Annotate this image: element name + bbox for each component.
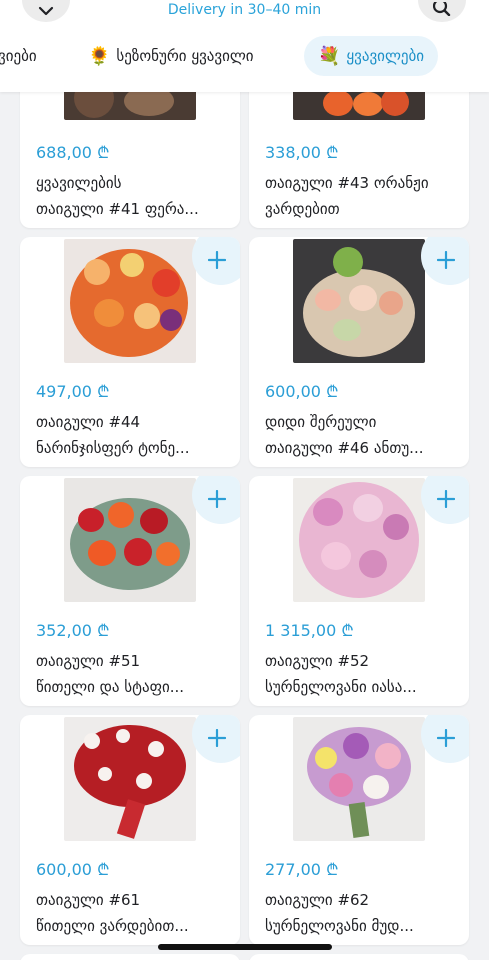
product-price: 497,00 ₾	[36, 382, 110, 401]
category-tab-flowers[interactable]: 💐 ყვავილები	[304, 36, 439, 76]
product-price: 600,00 ₾	[265, 382, 339, 401]
product-price: 277,00 ₾	[265, 860, 339, 879]
product-name: თაიგული #43 ორანჟი ვარდებით	[265, 174, 429, 218]
category-label: სეზონური ყვავილი	[116, 47, 254, 65]
product-price: 352,00 ₾	[36, 621, 110, 640]
category-label: ყვავილები	[346, 47, 425, 65]
product-image	[64, 478, 196, 602]
search-icon	[433, 2, 451, 16]
product-card[interactable]: 277,00 ₾ თაიგული #62 სურნელოვანი მუდ...	[249, 715, 469, 945]
product-image	[64, 239, 196, 363]
sunflower-icon: 🌻	[88, 45, 111, 67]
product-card[interactable]	[20, 954, 240, 960]
product-card[interactable]: 600,00 ₾ თაიგული #61 წითელი ვარდებით...	[20, 715, 240, 945]
product-price: 688,00 ₾	[36, 143, 110, 162]
product-image	[64, 717, 196, 841]
plus-icon	[437, 251, 455, 269]
product-name: დიდი შერეული თაიგული #46 ანთუ...	[265, 413, 424, 457]
product-image	[293, 478, 425, 602]
product-card[interactable]	[249, 954, 469, 960]
product-price: 1 315,00 ₾	[265, 621, 354, 640]
search-button[interactable]	[418, 0, 466, 22]
product-price: 338,00 ₾	[265, 143, 339, 162]
product-image	[293, 239, 425, 363]
product-card[interactable]: 352,00 ₾ თაიგული #51 წითელი და სტაფი...	[20, 476, 240, 706]
product-name: თაიგული #62 სურნელოვანი მუდ...	[265, 891, 414, 935]
category-label: ვიები	[0, 47, 37, 65]
category-tab[interactable]: ვიები	[0, 36, 51, 76]
delivery-time: Delivery in 30–40 min	[167, 2, 322, 18]
product-card[interactable]: 1 315,00 ₾ თაიგული #52 სურნელოვანი იასა.…	[249, 476, 469, 706]
category-tabs: ვიები 🌻 სეზონური ყვავილი 💐 ყვავილები	[0, 36, 489, 76]
plus-icon	[208, 490, 226, 508]
product-card[interactable]: 497,00 ₾ თაიგული #44 ნარინჯისფერ ტონე...	[20, 237, 240, 467]
plus-icon	[208, 729, 226, 747]
product-image	[293, 717, 425, 841]
plus-icon	[437, 729, 455, 747]
product-card[interactable]: 600,00 ₾ დიდი შერეული თაიგული #46 ანთუ..…	[249, 237, 469, 467]
product-price: 600,00 ₾	[36, 860, 110, 879]
plus-icon	[437, 490, 455, 508]
bouquet-icon: 💐	[318, 45, 341, 67]
top-bar: Delivery in 30–40 min ვიები 🌻 სეზონური ყ…	[0, 0, 489, 92]
product-name: თაიგული #61 წითელი ვარდებით...	[36, 891, 189, 935]
category-tab-seasonal-flowers[interactable]: 🌻 სეზონური ყვავილი	[74, 36, 268, 76]
plus-icon	[208, 251, 226, 269]
product-name: თაიგული #52 სურნელოვანი იასა...	[265, 652, 417, 696]
product-name: თაიგული #44 ნარინჯისფერ ტონე...	[36, 413, 190, 457]
product-name: ყვავილების თაიგული #41 ფერა...	[36, 174, 199, 218]
home-indicator[interactable]	[158, 944, 332, 950]
product-name: თაიგული #51 წითელი და სტაფი...	[36, 652, 185, 696]
